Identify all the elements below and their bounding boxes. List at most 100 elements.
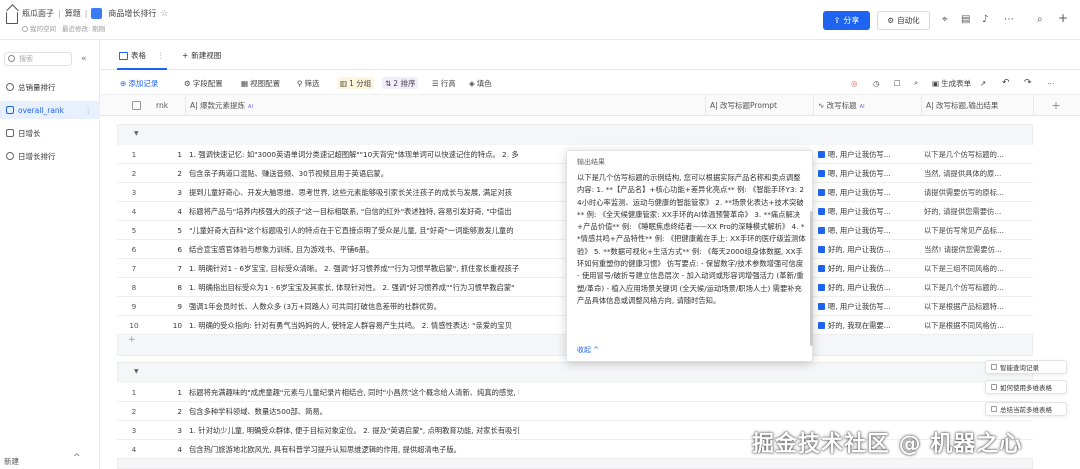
rank-cell[interactable]: 5 [151,221,186,240]
plus-icon[interactable]: + [1058,11,1068,25]
title-cell[interactable]: 包含热门旅游地北欧风光, 具有科普学习提升认知思维逻辑的作用, 提供超清电子版。 [189,440,519,459]
chevron-up-icon[interactable]: ^ [73,453,81,463]
summarize-button[interactable]: 总结当前多维表格 [985,402,1067,416]
rank-cell[interactable]: 8 [151,278,186,297]
history-icon[interactable]: ◷ [873,77,880,89]
result-cell[interactable]: 以下是几个仿写标题的... [924,278,1028,297]
rank-cell[interactable]: 7 [151,259,186,278]
title-cell[interactable]: 标题将产品与"培养内核强大的孩子"这一目标相联系, "自信的红外"表述独特, 容… [189,202,519,221]
rewrite-cell[interactable]: 嗯, 用户让我仿写... [818,202,917,221]
title-cell[interactable]: 包含亲子两道口混贴、赚送音频、30节视频且用于英语启蒙。 [189,164,519,183]
redo-icon[interactable]: ↷ [1024,77,1032,89]
pin-icon[interactable]: ⌖ [942,14,948,25]
view-config-button[interactable]: ▦ 视图配置 [241,77,280,89]
rewrite-cell[interactable]: 嗯, 用户让我仿写... [818,183,917,202]
add-column-button[interactable]: + [1034,95,1074,116]
rewrite-cell[interactable]: 嗯, 用户让我仿写... [818,145,917,164]
result-cell[interactable]: 以下是几个仿写标题的... [924,145,1028,164]
result-cell[interactable]: 好的, 请提供您需要仿... [924,202,1028,221]
share-icon[interactable]: ↗ [980,77,986,89]
result-cell[interactable]: 当然, 请提供具体的原... [924,164,1028,183]
title-cell[interactable]: 包含多种学科领域、数量达500部、简易。 [189,402,519,421]
comment-icon[interactable]: ☐ [894,77,901,89]
add-view-button[interactable]: + 新建视图 [182,50,221,61]
result-cell[interactable]: 以下是根据不同风格仿... [924,316,1028,335]
tab-table[interactable]: 表格 ⋮ [117,50,166,70]
title-cell[interactable]: 1. 明确的受众指向: 针对有勇气当妈妈的人, 使特定人群容易产生共鸣。 2. … [189,316,519,335]
title-cell[interactable]: "儿童好奇大百科"这个标题吸引人的特点在于它直接点明了受众是儿童, 且"好奇"一… [189,221,519,240]
group-toggle-icon[interactable]: ▼ [134,368,139,375]
result-cell[interactable]: 以下是三组不同风格的... [924,259,1028,278]
rewrite-cell[interactable]: 嗯, 用户让我仿写... [818,221,917,240]
rank-cell[interactable]: 1 [151,383,186,402]
table-row[interactable]: 2 2 包含多种学科领域、数量达500部、简易。 [117,402,1033,421]
sidebar-search-input[interactable]: 搜索 [4,52,72,66]
rank-cell[interactable]: 3 [151,421,186,440]
rank-cell[interactable]: 1 [151,145,186,164]
undo-icon[interactable]: ↶ [1002,77,1010,89]
output-result-popup[interactable]: 输出结果 以下是几个仿写标题的示例结构, 您可以根据实际产品名称和卖点调整内容:… [566,150,813,362]
title-cell[interactable]: 1. 明确指出目标受众为1 - 6岁宝宝及其家长, 体现针对性。 2. 强调"好… [189,278,519,297]
add-row-button[interactable]: + [128,335,136,345]
page-title[interactable]: 商品增长排行 [108,8,156,19]
row-height-button[interactable]: ☰ 行高 [432,77,456,89]
result-cell[interactable]: 以下是仿写常见产品标... [924,221,1028,240]
title-cell[interactable]: 强调1年会员时长、人数众多 (3万+同路人) 可共同打破信息差带的社群优势。 [189,297,519,316]
search-icon[interactable]: ⌕ [914,77,918,89]
column-header-rank[interactable]: rnk [152,95,186,116]
title-cell[interactable]: 提到儿童好奇心、开发大脑思维、思考世界, 这些元素能够吸引家长关注孩子的成长与发… [189,183,519,202]
rank-cell[interactable]: 10 [151,316,186,335]
field-config-button[interactable]: ⚙ 字段配置 [184,77,223,89]
bell-icon[interactable]: ♪ [982,14,988,25]
column-header-result[interactable]: A| 改写标题,输出结果 [922,95,1034,116]
column-header-title[interactable]: A| 爆款元素提炼 AI [186,95,706,116]
how-to-use-button[interactable]: 如何使用多维表格 [985,380,1067,394]
breadcrumb-item[interactable]: 算题 [65,8,81,19]
search-icon[interactable]: ⌕ [1037,14,1043,25]
rank-cell[interactable]: 2 [151,164,186,183]
filter-button[interactable]: ⚲ 筛选 [297,77,320,89]
rank-cell[interactable]: 3 [151,183,186,202]
breadcrumb-item[interactable]: 瓶瓜面子 [22,8,54,19]
title-cell[interactable]: 1. 明确针对1 - 6岁宝宝, 目标受众清晰。 2. 强调"好习惯养成""行为… [189,259,519,278]
group-toggle-icon[interactable]: ▼ [134,130,139,137]
rewrite-cell[interactable]: 好的, 用户让我仿... [818,259,917,278]
title-cell[interactable]: 1. 强调快速记忆: 如"3000英语单词分类速记超图解""10天背完"体现单词… [189,145,519,164]
result-cell[interactable]: 请提供需要仿写的原标... [924,183,1028,202]
rank-cell[interactable]: 4 [151,202,186,221]
more-icon[interactable]: ⋯ [1004,14,1014,25]
title-cell[interactable]: 结合宣宝感官体验与想象力训练, 且为游戏书、平铺6册。 [189,240,519,259]
title-cell[interactable]: 标题将充满趣味的"成虎童趣"元素与儿童纪录片相结合, 同时"小昌然"这个概念给人… [189,383,519,402]
document-icon[interactable]: ▤ [961,14,970,25]
new-button[interactable]: 新建 [4,456,19,467]
more-icon[interactable]: ⋮ [157,51,165,60]
table-row[interactable]: 1 1 标题将充满趣味的"成虎童趣"元素与儿童纪录片相结合, 同时"小昌然"这个概念… [117,383,1033,402]
sidebar-item-daily-growth[interactable]: 日增长 [0,124,100,142]
result-cell[interactable]: 以下是根据产品标题特... [924,297,1028,316]
generate-form-button[interactable]: ▣ 生成表单 [932,77,971,89]
more-icon[interactable]: ⋯ [1047,77,1055,89]
rewrite-cell[interactable]: 嗯, 用户让我仿写... [818,297,917,316]
home-icon[interactable] [6,12,18,24]
popup-scrollbar[interactable] [810,211,813,346]
rewrite-cell[interactable]: 好的, 我现在需要... [818,316,917,335]
result-cell[interactable]: 当然! 请提供您需要仿... [924,240,1028,259]
sort-button[interactable]: ⇅ 2 排序 [382,77,419,89]
rank-cell[interactable]: 6 [151,240,186,259]
ai-icon[interactable]: ◎ [851,77,858,89]
collapse-sidebar-icon[interactable]: « [81,54,87,64]
sidebar-item-daily-growth-rank[interactable]: 日增长排行 [0,147,100,165]
collapse-link[interactable]: 收起 ^ [577,345,599,355]
sidebar-item-total-sales[interactable]: 总销量排行 [0,78,100,96]
title-cell[interactable]: 1. 针对幼少儿童, 明确受众群体, 便于目标对象定位。 2. 提及"英语启蒙"… [189,421,519,440]
rank-cell[interactable]: 9 [151,297,186,316]
rewrite-cell[interactable]: 好的, 用户让我仿... [818,240,917,259]
star-icon[interactable]: ☆ [160,9,168,19]
group-button[interactable]: ▥ 1 分组 [337,77,375,89]
sidebar-item-overall-rank[interactable]: overall_rank ⋮ [0,101,100,119]
fill-color-button[interactable]: ◈ 填色 [469,77,492,89]
rank-cell[interactable]: 4 [151,440,186,459]
rewrite-cell[interactable]: 好的, 用户让我仿... [818,278,917,297]
rank-cell[interactable]: 2 [151,402,186,421]
column-header-rewrite[interactable]: ∿ 改写标题 AI [814,95,922,116]
